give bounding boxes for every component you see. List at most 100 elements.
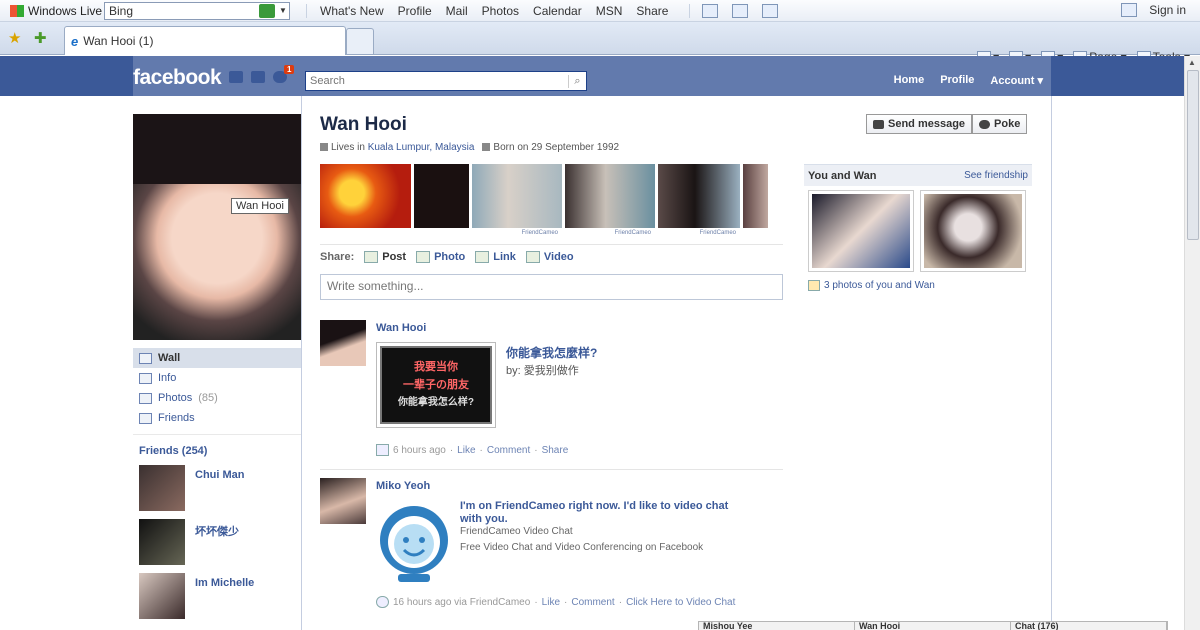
calendar-icon: [482, 143, 491, 152]
facebook-header-inner: facebook 1 ⌕ Home Profile Account ▾: [133, 56, 1051, 96]
friends-header[interactable]: Friends (254): [133, 445, 301, 457]
attachment-description: Free Video Chat and Video Conferencing o…: [460, 542, 704, 553]
link-profile[interactable]: Profile: [391, 4, 439, 18]
chat-tab[interactable]: Mishou Yee: [699, 622, 855, 630]
strip-photo[interactable]: [743, 164, 768, 228]
link-calendar[interactable]: Calendar: [526, 4, 589, 18]
share-link-tab[interactable]: Link: [475, 251, 516, 263]
messages-icon[interactable]: [251, 71, 265, 83]
new-tab-button[interactable]: [346, 28, 374, 54]
post-icon: [364, 251, 379, 263]
notification-badge: 1: [284, 65, 295, 74]
app-icon: [376, 596, 389, 608]
translate-icon[interactable]: [762, 3, 779, 18]
like-link[interactable]: Like: [457, 445, 475, 456]
page-scrollbar[interactable]: ▲: [1184, 56, 1200, 630]
share-icon: [376, 444, 389, 456]
link-photos[interactable]: Photos: [475, 4, 526, 18]
search-input[interactable]: [306, 72, 568, 90]
photos-icon: [139, 392, 152, 404]
nav-photos[interactable]: Photos (85): [133, 388, 301, 408]
link-whats-new[interactable]: What's New: [313, 4, 391, 18]
author-avatar[interactable]: [320, 320, 366, 366]
link-msn[interactable]: MSN: [589, 4, 630, 18]
info-icon: [139, 372, 152, 384]
nav-friends[interactable]: Friends: [133, 408, 301, 428]
friend-item[interactable]: 坏坏傑少: [133, 519, 301, 565]
video-chat-link[interactable]: Click Here to Video Chat: [626, 597, 735, 608]
share-photo-tab[interactable]: Photo: [416, 251, 465, 263]
message-icon: [873, 119, 884, 129]
attachment-title[interactable]: I'm on FriendCameo right now. I'd like t…: [460, 500, 750, 526]
link-icon: [475, 251, 490, 263]
tab-wan-hooi[interactable]: e Wan Hooi (1): [64, 26, 346, 55]
facebook-search: ⌕: [305, 71, 587, 91]
poke-button[interactable]: Poke: [972, 114, 1028, 134]
chat-online-tab[interactable]: Chat (176): [1011, 622, 1167, 630]
column-divider: [301, 96, 302, 630]
friend-item[interactable]: Chui Man: [133, 465, 301, 511]
friendcameo-logo-icon[interactable]: [376, 500, 452, 586]
chevron-down-icon[interactable]: ▼: [277, 6, 289, 15]
share-post-tab[interactable]: Post: [364, 251, 406, 263]
friend-avatar[interactable]: [139, 573, 185, 619]
strip-photo[interactable]: FriendCameo: [658, 164, 740, 236]
comment-link[interactable]: Comment: [571, 597, 614, 608]
bing-search-box[interactable]: Bing ▼: [104, 1, 290, 20]
friend-item[interactable]: Im Michelle: [133, 573, 301, 619]
scroll-thumb[interactable]: [1187, 70, 1199, 240]
birthday: Born on 29 September 1992: [482, 142, 619, 153]
shared-photo[interactable]: [920, 190, 1026, 272]
scroll-up-icon[interactable]: ▲: [1188, 58, 1196, 67]
checkbox-icon[interactable]: [1121, 3, 1138, 17]
favorites-star-icon[interactable]: ★: [8, 29, 21, 47]
bing-search-input[interactable]: Bing: [105, 4, 259, 18]
shared-photo[interactable]: [808, 190, 914, 272]
facebook-logo[interactable]: facebook: [133, 66, 222, 90]
share-video-tab[interactable]: Video: [525, 251, 574, 263]
top-nav: Home Profile Account ▾: [894, 74, 1043, 87]
post-author[interactable]: Miko Yeoh: [376, 480, 430, 492]
strip-photo[interactable]: FriendCameo: [565, 164, 655, 236]
strip-photo[interactable]: [320, 164, 411, 228]
nav-info[interactable]: Info: [133, 368, 301, 388]
chat-tab[interactable]: Wan Hooi: [855, 622, 1011, 630]
nav-wall[interactable]: Wall: [133, 348, 301, 368]
strip-photo[interactable]: [414, 164, 469, 228]
link-mail[interactable]: Mail: [439, 4, 475, 18]
friend-requests-icon[interactable]: [229, 71, 243, 83]
nav-home[interactable]: Home: [894, 74, 925, 87]
column-divider: [1051, 96, 1052, 630]
share-link[interactable]: Share: [542, 445, 569, 456]
calendar-icon[interactable]: [732, 3, 749, 18]
status-composer[interactable]: Write something...: [320, 274, 783, 300]
sign-in-link[interactable]: Sign in: [1149, 3, 1186, 17]
comment-link[interactable]: Comment: [487, 445, 530, 456]
link-share[interactable]: Share: [629, 4, 675, 18]
facebook-header: facebook 1 ⌕ Home Profile Account ▾: [0, 56, 1184, 96]
like-link[interactable]: Like: [542, 597, 560, 608]
left-column: Wan Hooi Wall Info Photos (85) Friends Fr…: [133, 114, 301, 619]
profile-picture[interactable]: Wan Hooi: [133, 114, 301, 340]
shared-photos-link[interactable]: 3 photos of you and Wan: [804, 280, 1032, 291]
post-attachment-image[interactable]: 我要当你 一辈子の朋友 你能拿我怎么样?: [376, 342, 496, 428]
send-message-button[interactable]: Send message: [866, 114, 973, 134]
nav-account[interactable]: Account ▾: [990, 74, 1043, 87]
attachment-source: FriendCameo Video Chat: [460, 526, 573, 537]
strip-photo[interactable]: FriendCameo: [472, 164, 562, 236]
author-avatar[interactable]: [320, 478, 366, 524]
search-go-icon[interactable]: [259, 3, 275, 18]
windows-live-brand[interactable]: Windows Live: [0, 4, 104, 18]
house-icon: [320, 143, 328, 152]
add-favorite-icon[interactable]: ✚: [34, 29, 47, 47]
post-author[interactable]: Wan Hooi: [376, 322, 426, 334]
profile-actions: Send message Poke: [866, 114, 1028, 134]
search-icon[interactable]: ⌕: [568, 74, 586, 88]
photo-icon: [416, 251, 431, 263]
nav-profile[interactable]: Profile: [940, 74, 974, 87]
see-friendship-link[interactable]: See friendship: [964, 170, 1028, 181]
add-icon[interactable]: [702, 3, 719, 18]
friend-avatar[interactable]: [139, 465, 185, 511]
friend-avatar[interactable]: [139, 519, 185, 565]
attachment-title[interactable]: 你能拿我怎麼样?: [506, 344, 597, 361]
